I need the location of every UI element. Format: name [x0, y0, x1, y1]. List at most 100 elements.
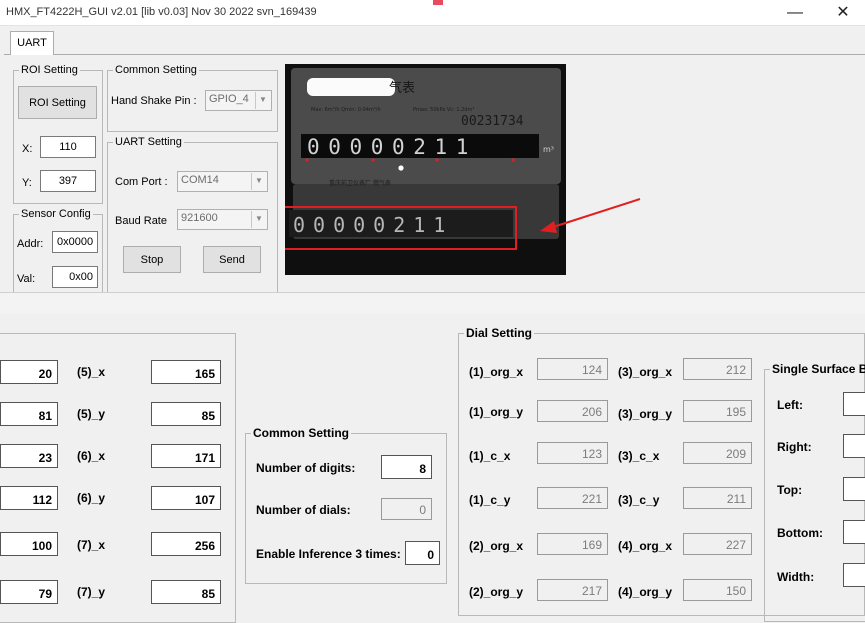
- surface-right-label: Right:: [777, 440, 812, 454]
- baud-select[interactable]: 921600 ▼: [177, 209, 268, 230]
- surface-left-input[interactable]: [843, 392, 865, 416]
- dial-3-org-y-input: [683, 400, 752, 422]
- tab-bar: [0, 26, 865, 50]
- surface-bottom-input[interactable]: [843, 520, 865, 544]
- x-label: X:: [22, 143, 33, 155]
- dials-label: Number of dials:: [256, 503, 351, 517]
- close-icon[interactable]: ✕: [833, 3, 853, 23]
- roi-point-left-1[interactable]: [0, 402, 58, 426]
- roi-setting-button[interactable]: ROI Setting: [18, 86, 97, 119]
- screenshot-divider: [0, 292, 865, 314]
- roi-label-5x: (5)_x: [77, 365, 106, 379]
- meter-reading: 00000211: [307, 135, 477, 159]
- surface-right-input[interactable]: [843, 434, 865, 458]
- roi-point-5y-input[interactable]: [151, 402, 221, 426]
- roi-point-left-4[interactable]: [0, 532, 58, 556]
- dial-1-org-x-input: [537, 358, 608, 380]
- minimize-icon[interactable]: —: [785, 3, 805, 23]
- surface-top-input[interactable]: [843, 477, 865, 501]
- dial-label-4-org-y: (4)_org_y: [618, 585, 673, 599]
- baud-label: Baud Rate: [115, 215, 167, 227]
- roi-point-left-5[interactable]: [0, 580, 58, 604]
- comport-value: COM14: [181, 174, 219, 186]
- meter-serial: 00231734: [461, 114, 524, 129]
- roi-point-left-0[interactable]: [0, 360, 58, 384]
- dial-label-3-c-x: (3)_c_x: [618, 449, 660, 463]
- digits-input[interactable]: [381, 455, 432, 479]
- dial-1-c-y-input: [537, 487, 608, 509]
- dial-label-3-org-y: (3)_org_y: [618, 407, 673, 421]
- window-marker: [433, 0, 443, 5]
- dial-label-1-org-x: (1)_org_x: [469, 365, 524, 379]
- common-setting-bottom-legend: Common Setting: [253, 426, 349, 440]
- meter-unit: m³: [543, 145, 554, 154]
- meter-spec-right: Pmax: 50kPa Vc: 1.2dm³: [413, 107, 474, 113]
- roi-point-5x-input[interactable]: [151, 360, 221, 384]
- y-input[interactable]: [40, 170, 96, 192]
- val-label: Val:: [17, 273, 36, 285]
- dial-1-c-x-input: [537, 442, 608, 464]
- uart-setting-legend: UART Setting: [115, 136, 182, 148]
- roi-point-6x-input[interactable]: [151, 444, 221, 468]
- dial-label-1-c-x: (1)_c_x: [469, 449, 511, 463]
- dial-setting-legend: Dial Setting: [466, 326, 533, 340]
- dial-3-c-x-input: [683, 442, 752, 464]
- surface-left-label: Left:: [777, 398, 803, 412]
- x-input[interactable]: [40, 136, 96, 158]
- dial-label-3-org-x: (3)_org_x: [618, 365, 673, 379]
- camera-preview: 气表 Max: 6m³/h Qmin: 0.04m³/h Pmax: 50kPa…: [285, 64, 566, 275]
- handshake-select[interactable]: GPIO_4 ▼: [205, 90, 272, 111]
- handshake-label: Hand Shake Pin :: [111, 95, 197, 107]
- surface-width-input[interactable]: [843, 563, 865, 587]
- dial-label-4-org-x: (4)_org_x: [618, 539, 673, 553]
- dial-label-2-org-y: (2)_org_y: [469, 585, 524, 599]
- dial-label-1-org-y: (1)_org_y: [469, 405, 524, 419]
- roi-point-6y-input[interactable]: [151, 486, 221, 510]
- dials-input: [381, 498, 432, 520]
- stop-button[interactable]: Stop: [123, 246, 181, 273]
- meter-spec-left: Max: 6m³/h Qmin: 0.04m³/h: [311, 107, 381, 113]
- surface-bottom-label: Bottom:: [777, 526, 823, 540]
- val-input[interactable]: [52, 266, 98, 288]
- tab-uart[interactable]: UART: [10, 31, 54, 55]
- sensor-config-legend: Sensor Config: [21, 208, 91, 220]
- addr-label: Addr:: [17, 238, 44, 250]
- dial-3-c-y-input: [683, 487, 752, 509]
- single-surface-legend: Single Surface B: [772, 362, 865, 376]
- chevron-down-icon: ▼: [251, 211, 266, 228]
- dial-4-org-y-input: [683, 579, 752, 601]
- meter-title-text: 气表: [389, 80, 415, 96]
- roi-label-7y: (7)_y: [77, 585, 106, 599]
- inference-label: Enable Inference 3 times:: [256, 547, 401, 561]
- roi-point-left-3[interactable]: [0, 486, 58, 510]
- roi-label-6y: (6)_y: [77, 491, 106, 505]
- roi-point-7y-input[interactable]: [151, 580, 221, 604]
- inference-input[interactable]: [405, 541, 440, 565]
- dial-4-org-x-input: [683, 533, 752, 555]
- chevron-down-icon: ▼: [251, 173, 266, 190]
- comport-label: Com Port :: [115, 176, 168, 188]
- surface-width-label: Width:: [777, 570, 815, 584]
- surface-top-label: Top:: [777, 483, 803, 497]
- dial-2-org-y-input: [537, 579, 608, 601]
- dial-label-2-org-x: (2)_org_x: [469, 539, 524, 553]
- roi-label-5y: (5)_y: [77, 407, 106, 421]
- send-button[interactable]: Send: [203, 246, 261, 273]
- roi-point-left-2[interactable]: [0, 444, 58, 468]
- common-setting-top-legend: Common Setting: [115, 64, 197, 76]
- dial-3-org-x-input: [683, 358, 752, 380]
- dial-2-org-x-input: [537, 533, 608, 555]
- chevron-down-icon: ▼: [255, 92, 270, 109]
- dial-label-1-c-y: (1)_c_y: [469, 493, 511, 507]
- roi-point-7x-input[interactable]: [151, 532, 221, 556]
- y-label: Y:: [22, 177, 32, 189]
- comport-select[interactable]: COM14 ▼: [177, 171, 268, 192]
- baud-value: 921600: [181, 212, 218, 224]
- gas-meter-image: 气表 Max: 6m³/h Qmin: 0.04m³/h Pmax: 50kPa…: [285, 64, 566, 275]
- dial-1-org-y-input: [537, 400, 608, 422]
- annotation-arrow: [540, 198, 641, 233]
- handshake-value: GPIO_4: [209, 93, 249, 105]
- digits-label: Number of digits:: [256, 461, 356, 475]
- addr-input[interactable]: [52, 231, 98, 253]
- meter-chinese-line: 重庆前卫仪表厂 燃气表: [329, 179, 391, 187]
